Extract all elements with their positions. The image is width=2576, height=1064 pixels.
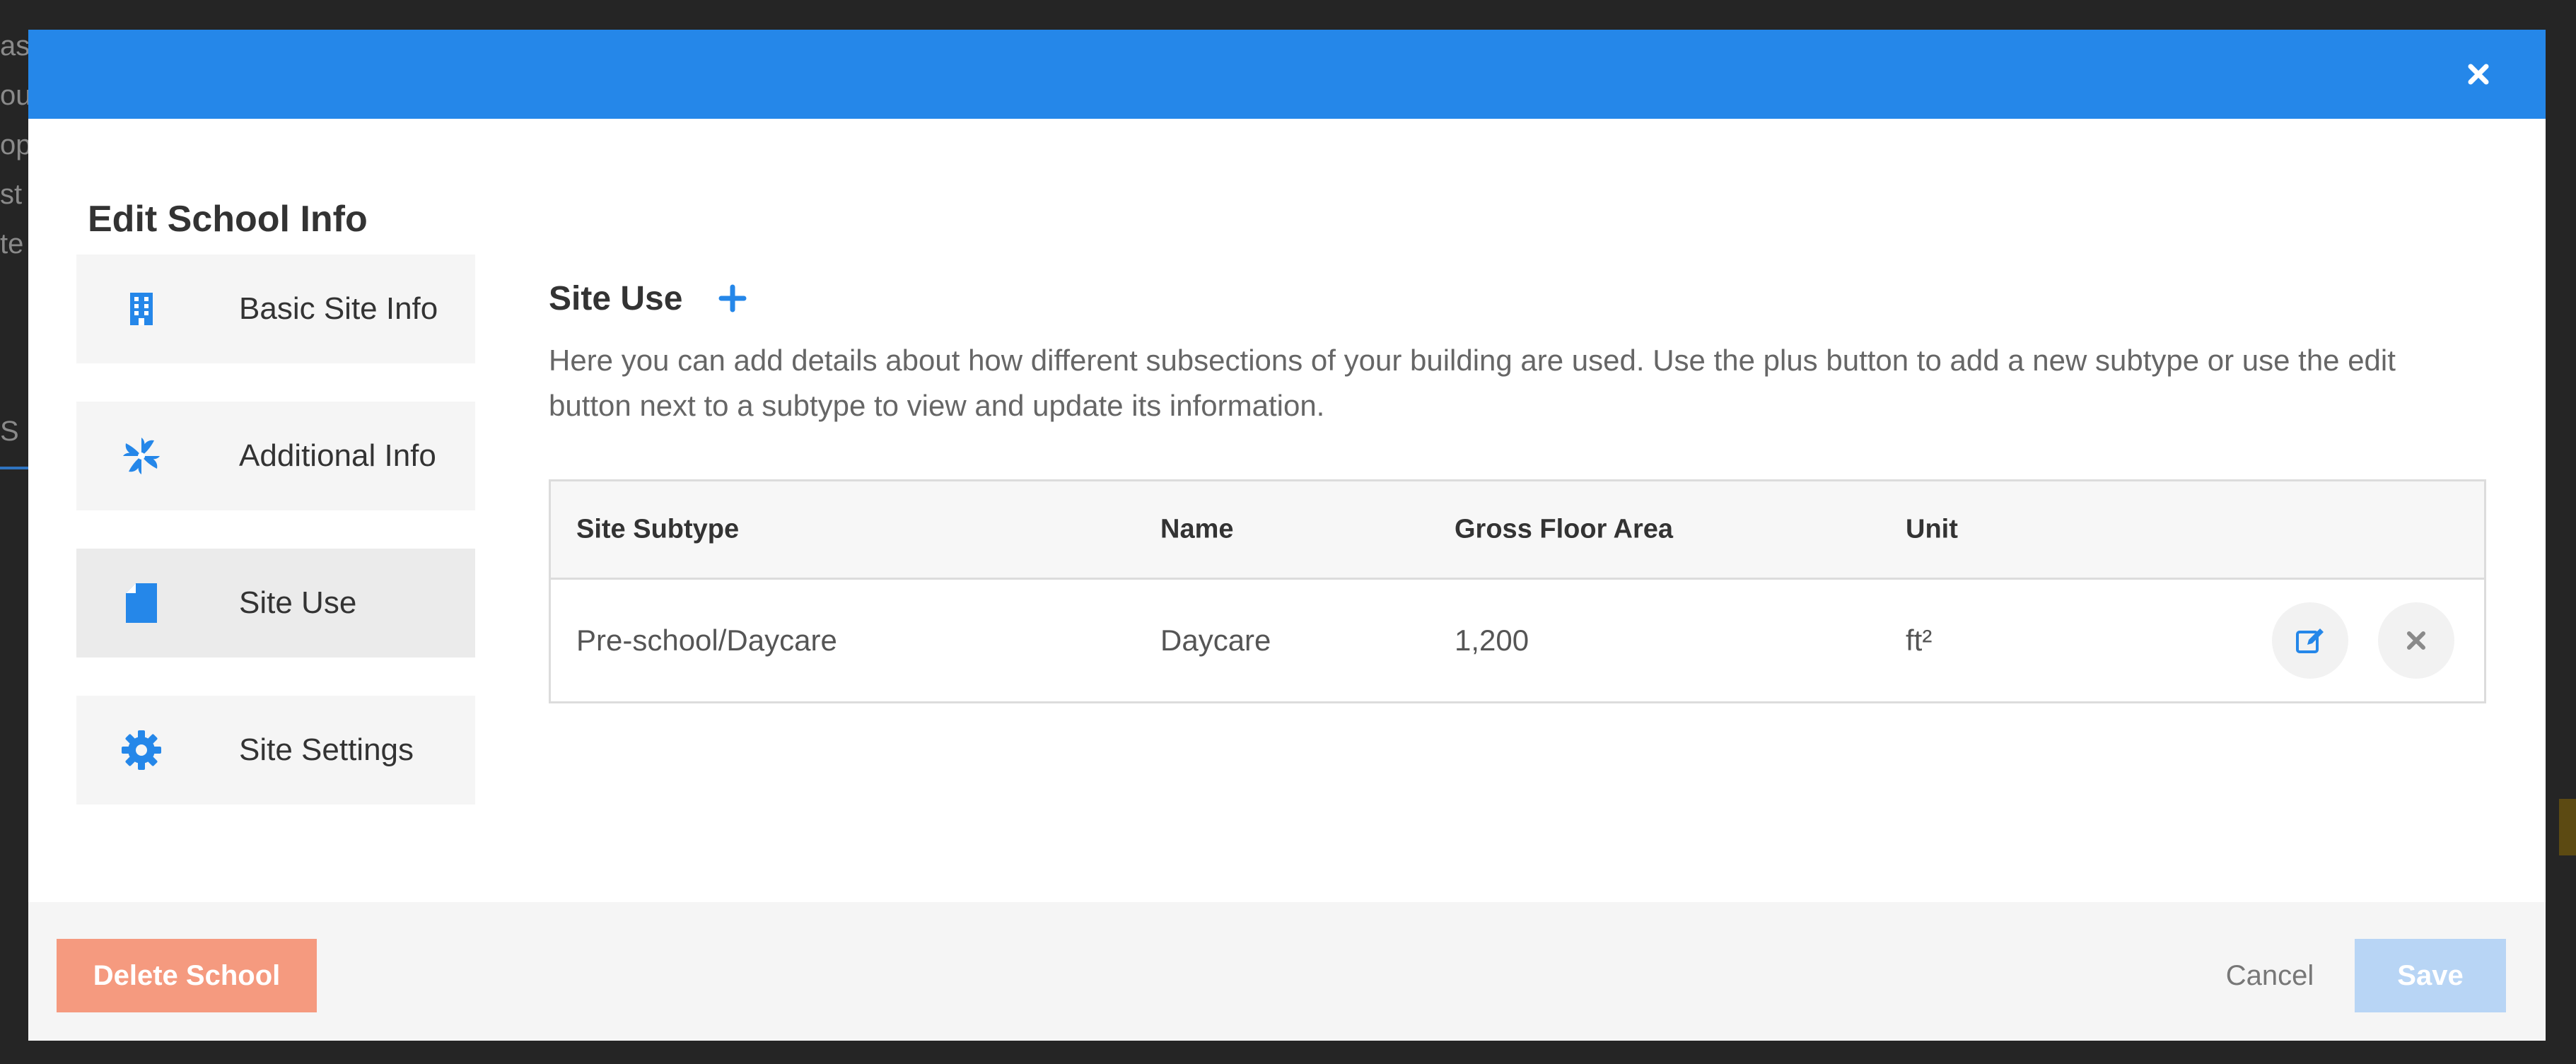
section-title: Site Use	[549, 279, 683, 317]
background-text: as	[0, 30, 28, 62]
delete-school-button[interactable]: Delete School	[57, 939, 317, 1012]
column-header-unit: Unit	[1906, 514, 1958, 544]
modal-title: Edit School Info	[88, 199, 368, 240]
background-text: te	[0, 228, 24, 259]
sidebar-item-site-use[interactable]: Site Use	[76, 549, 475, 657]
delete-subtype-button[interactable]	[2378, 602, 2454, 679]
edit-subtype-button[interactable]	[2272, 602, 2348, 679]
edit-icon	[2296, 629, 2324, 653]
add-subtype-button[interactable]	[715, 281, 750, 316]
background-text: st	[0, 179, 23, 210]
cancel-button[interactable]: Cancel	[2192, 939, 2348, 1012]
modal-header	[28, 30, 2546, 119]
background-text: op	[0, 129, 28, 160]
background-tab-text: S	[0, 416, 19, 447]
site-use-panel: Site Use Here you can add details about …	[549, 270, 2486, 703]
building-icon	[120, 288, 163, 330]
sidebar-item-label: Additional Info	[239, 438, 436, 473]
gear-icon	[120, 729, 163, 771]
modal-footer: Delete School Cancel Save	[28, 902, 2546, 1041]
table-row: Pre-school/Daycare Daycare 1,200 ft²	[551, 580, 2484, 701]
background-tab-underline	[0, 467, 28, 469]
table-header: Site Subtype Name Gross Floor Area Unit	[551, 481, 2484, 580]
save-button[interactable]: Save	[2355, 939, 2506, 1012]
document-icon	[120, 582, 163, 624]
sidebar-item-label: Basic Site Info	[239, 291, 438, 326]
sidebar-item-label: Site Settings	[239, 732, 414, 767]
section-header: Site Use	[549, 270, 2486, 327]
pinwheel-icon	[120, 435, 163, 477]
sidebar-item-site-settings[interactable]: Site Settings	[76, 696, 475, 805]
sidebar-item-additional-info[interactable]: Additional Info	[76, 402, 475, 510]
close-icon	[2468, 64, 2489, 85]
column-header-site-subtype: Site Subtype	[576, 514, 740, 544]
background-text: ou	[0, 80, 28, 111]
side-nav: Basic Site Info Additional Info Site Use…	[76, 255, 475, 843]
section-description: Here you can add details about how diffe…	[549, 344, 2396, 422]
cell-unit: ft²	[1906, 624, 1933, 657]
column-header-name: Name	[1160, 514, 1234, 544]
edit-school-modal: Edit School Info Basic Site Info Additio…	[28, 30, 2546, 1041]
close-button[interactable]	[2461, 57, 2496, 92]
cell-site-subtype: Pre-school/Daycare	[576, 624, 837, 657]
site-use-table: Site Subtype Name Gross Floor Area Unit …	[549, 479, 2486, 703]
column-header-gross-floor-area: Gross Floor Area	[1455, 514, 1674, 544]
cell-name: Daycare	[1160, 624, 1271, 657]
close-icon	[2407, 631, 2425, 650]
sidebar-item-label: Site Use	[239, 585, 357, 620]
sidebar-item-basic-site-info[interactable]: Basic Site Info	[76, 255, 475, 363]
cell-gross-floor-area: 1,200	[1455, 624, 1529, 657]
plus-icon	[718, 284, 747, 312]
background-edge-element	[2559, 799, 2576, 855]
